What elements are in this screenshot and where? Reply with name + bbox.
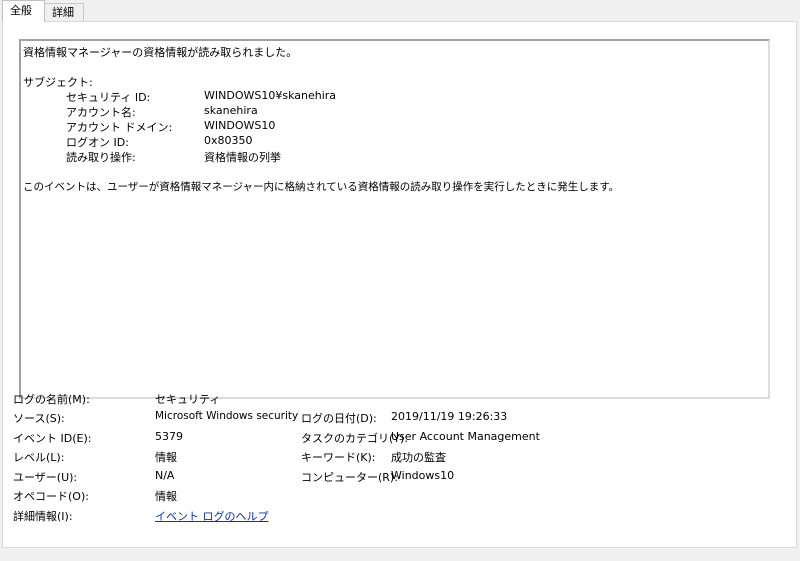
- keywords-value: 成功の監査: [391, 451, 446, 464]
- level-label: レベル(L):: [13, 451, 65, 464]
- tab-general[interactable]: 全般: [2, 0, 45, 22]
- task-category-value: User Account Management: [391, 430, 540, 443]
- subject-heading: サブジェクト:: [23, 76, 93, 89]
- level-value: 情報: [155, 451, 177, 464]
- more-info-label: 詳細情報(I):: [13, 510, 73, 523]
- tab-details[interactable]: 詳細: [44, 3, 84, 21]
- logged-date-value: 2019/11/19 19:26:33: [391, 410, 508, 423]
- subject-field-label: セキュリティ ID:: [66, 91, 151, 104]
- user-value: N/A: [155, 469, 175, 482]
- log-name-label: ログの名前(M):: [13, 393, 90, 406]
- tab-bar: 全般 詳細: [0, 0, 800, 22]
- general-panel: 資格情報マネージャーの資格情報が読み取られました。 サブジェクト: セキュリティ…: [2, 21, 797, 548]
- event-log-help-link[interactable]: イベント ログのヘルプ: [155, 508, 269, 524]
- event-id-label: イベント ID(E):: [13, 432, 92, 445]
- event-id-value: 5379: [155, 430, 183, 443]
- subject-field-label: アカウント ドメイン:: [66, 121, 173, 134]
- logged-date-label: ログの日付(D):: [301, 412, 377, 425]
- event-explanation: このイベントは、ユーザーが資格情報マネージャー内に格納されている資格情報の読み取…: [23, 181, 620, 193]
- subject-field-label: ログオン ID:: [66, 136, 129, 149]
- subject-field-label: アカウント名:: [66, 106, 136, 119]
- user-label: ユーザー(U):: [13, 471, 78, 484]
- subject-field-value: WINDOWS10: [204, 119, 276, 132]
- subject-field-value: 資格情報の列挙: [204, 151, 281, 164]
- subject-field-value: skanehira: [204, 104, 258, 117]
- opcode-label: オペコード(O):: [13, 490, 89, 503]
- event-description-box[interactable]: 資格情報マネージャーの資格情報が読み取られました。 サブジェクト: セキュリティ…: [19, 39, 770, 399]
- computer-label: コンピューター(R):: [301, 471, 398, 484]
- source-value: Microsoft Windows security a: [155, 410, 299, 422]
- log-name-value: セキュリティ: [155, 393, 221, 406]
- event-headline: 資格情報マネージャーの資格情報が読み取られました。: [23, 46, 298, 59]
- subject-field-value: 0x80350: [204, 134, 253, 147]
- subject-field-label: 読み取り操作:: [66, 151, 136, 164]
- opcode-value: 情報: [155, 490, 177, 503]
- subject-field-value: WINDOWS10¥skanehira: [204, 89, 337, 102]
- keywords-label: キーワード(K):: [301, 451, 376, 464]
- computer-value: Windows10: [391, 469, 455, 482]
- source-label: ソース(S):: [13, 412, 65, 425]
